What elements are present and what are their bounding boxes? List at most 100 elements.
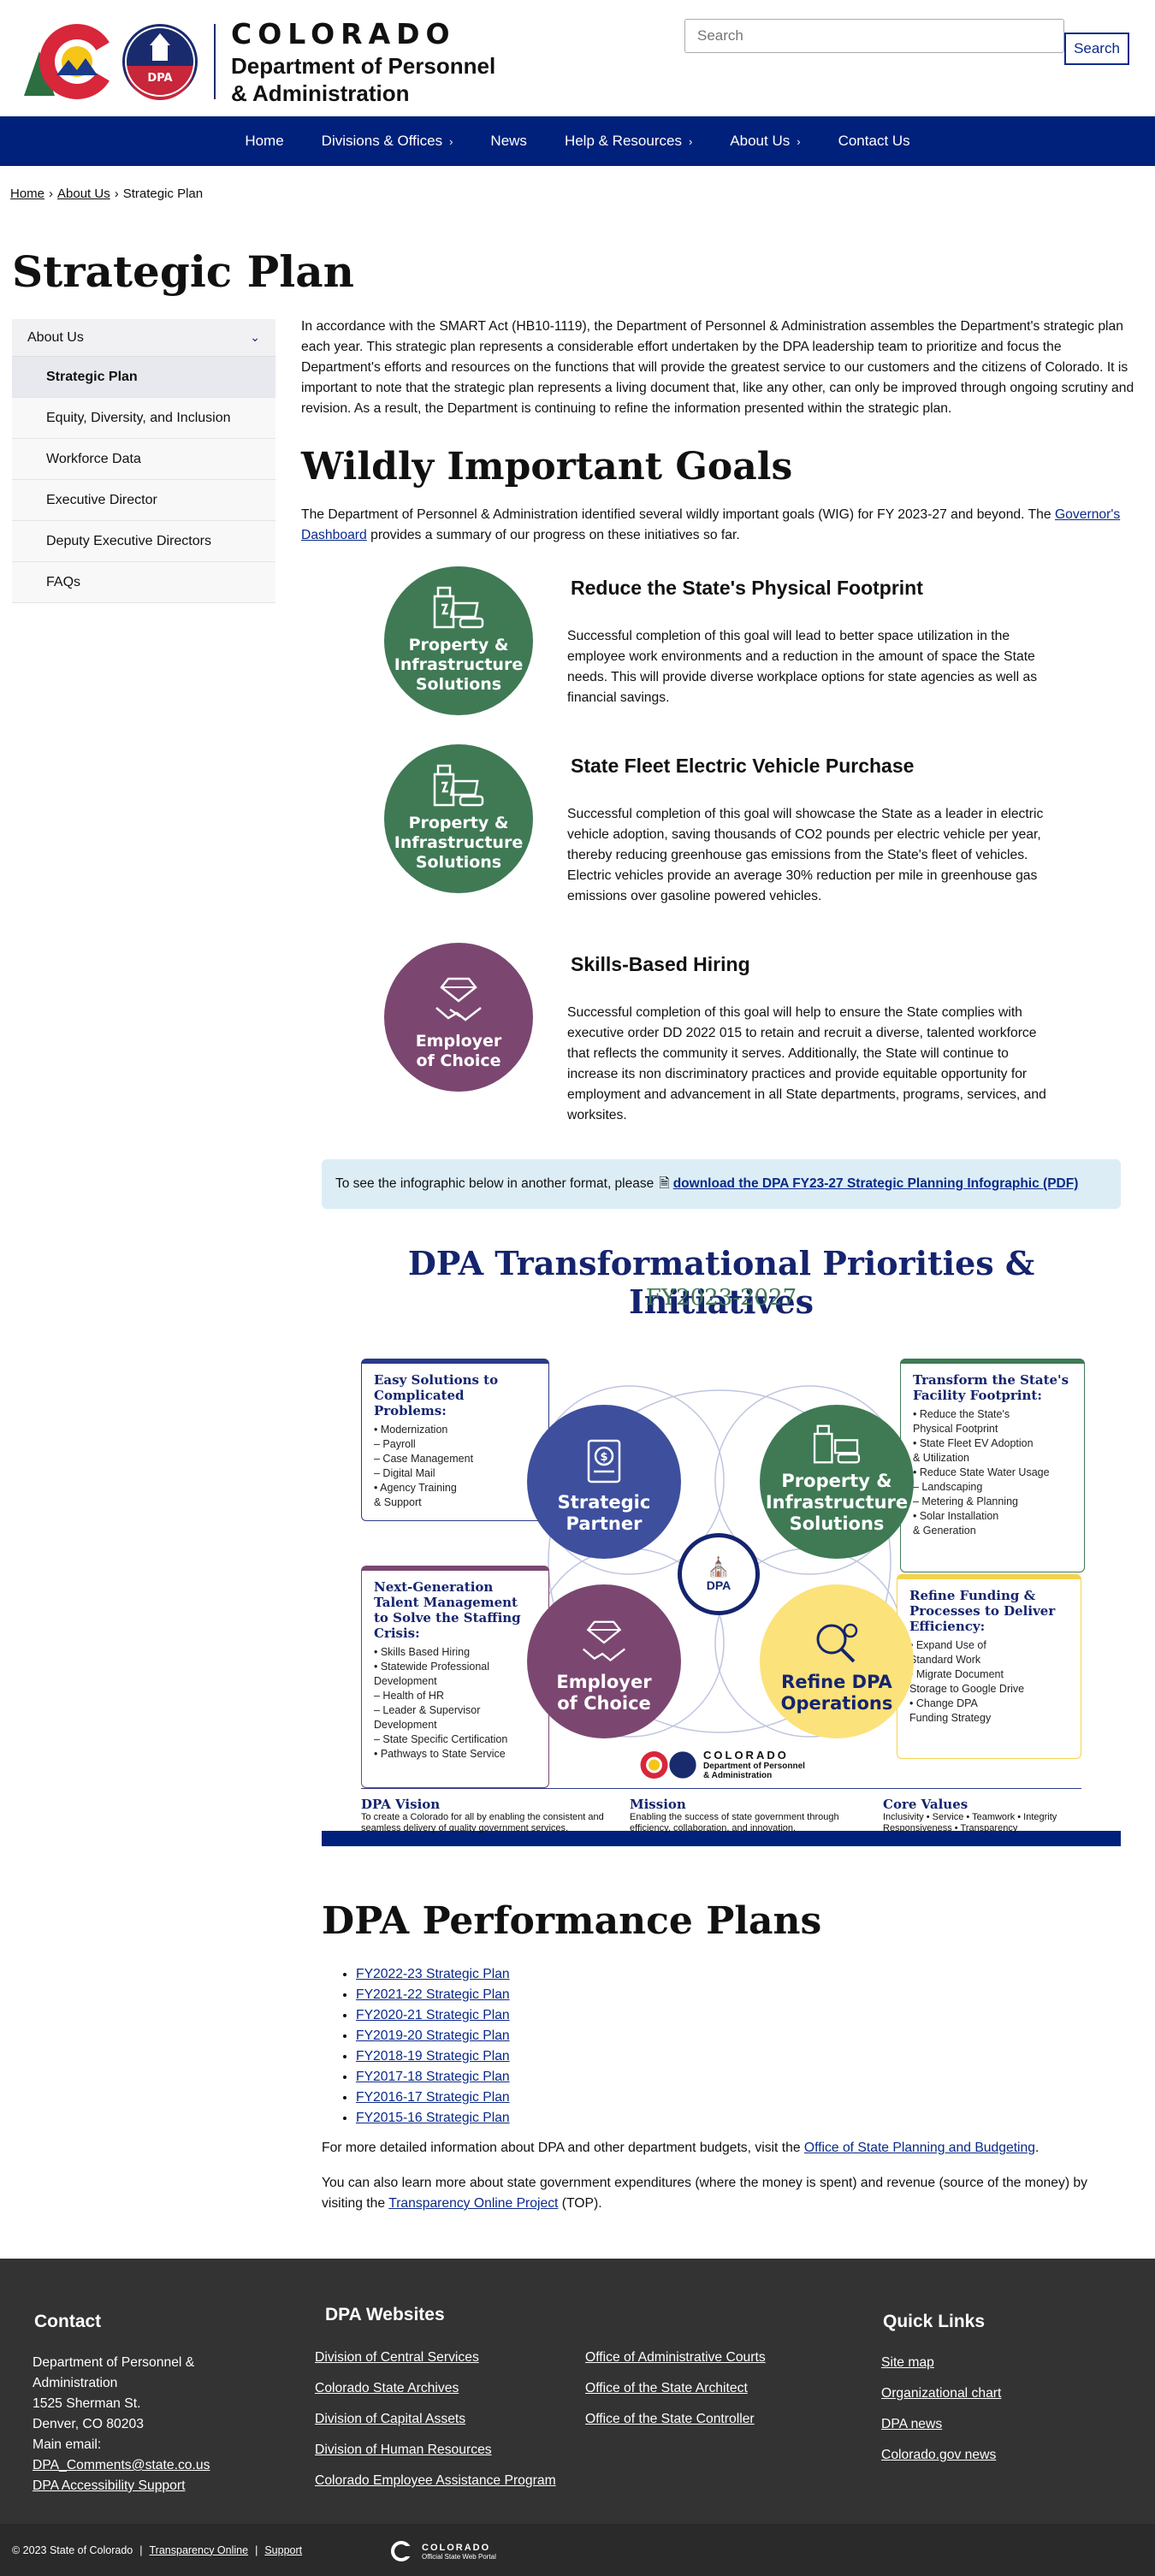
footer-link[interactable]: Organizational chart (881, 2386, 1001, 2401)
infographic-divider (361, 1788, 1081, 1789)
footer-link[interactable]: Office of the State Architect (585, 2381, 748, 2395)
paragraph-text: For more detailed information about DPA … (322, 2141, 804, 2155)
footer-websites-heading: DPA Websites (325, 2305, 445, 2324)
circle-label: Property & (408, 636, 509, 654)
building-solar-icon (813, 1424, 861, 1464)
list-item: FY2015-16 Strategic Plan (356, 2108, 510, 2129)
vision-label: DPA Vision (361, 1797, 441, 1812)
box-easy-solutions: Easy Solutions to Complicated Problems: … (361, 1359, 549, 1521)
budget-paragraph: For more detailed information about DPA … (322, 2141, 1039, 2156)
footer-link[interactable]: DPA news (881, 2417, 942, 2431)
nav-about[interactable]: About Us › (730, 133, 800, 150)
ospb-link[interactable]: Office of State Planning and Budgeting (804, 2141, 1035, 2155)
footer-link[interactable]: Division of Central Services (315, 2350, 479, 2365)
search-input[interactable] (684, 19, 1064, 53)
list-item: FY2022-23 Strategic Plan (356, 1964, 510, 1985)
breadcrumb: Home › About Us › Strategic Plan (10, 187, 203, 201)
logo-colorado: COLORADO (703, 1749, 789, 1762)
goal-title: State Fleet Electric Vehicle Purchase (571, 755, 915, 777)
colorado-logo-icon (640, 1750, 668, 1779)
top-link[interactable]: Transparency Online Project (388, 2196, 558, 2211)
plan-link[interactable]: FY2018-19 Strategic Plan (356, 2049, 510, 2064)
center-label: DPA (706, 1578, 732, 1592)
employer-circle: Employer of Choice (384, 943, 533, 1092)
box-item: Storage to Google Drive (909, 1683, 1025, 1695)
nav-home[interactable]: Home (245, 133, 283, 150)
separator: | (255, 2543, 258, 2556)
site-logo[interactable]: DPA COLORADO Department of Personnel & A… (24, 17, 495, 105)
goal-title: Reduce the State's Physical Footprint (571, 577, 923, 599)
sidebar-item-strategic-plan[interactable]: Strategic Plan (12, 357, 275, 398)
sidebar-item-executive-director[interactable]: Executive Director (12, 480, 275, 521)
magnifier-gear-icon (816, 1623, 858, 1663)
footer-link[interactable]: Office of Administrative Courts (585, 2350, 766, 2365)
box-item: • Skills Based Hiring (374, 1646, 471, 1658)
footer-link[interactable]: Site map (881, 2355, 934, 2370)
plan-link[interactable]: FY2020-21 Strategic Plan (356, 2008, 510, 2022)
box-item: – Landscaping (913, 1481, 983, 1493)
plan-link[interactable]: FY2017-18 Strategic Plan (356, 2070, 510, 2084)
property-circle: Property & Infrastructure Solutions (384, 566, 533, 715)
plan-link[interactable]: FY2015-16 Strategic Plan (356, 2111, 510, 2125)
circle-label: Solutions (415, 675, 502, 694)
search-button[interactable]: Search (1064, 33, 1129, 65)
box-item: Development (374, 1675, 437, 1687)
footer-link[interactable]: Division of Human Resources (315, 2443, 492, 2457)
footer-link[interactable]: Colorado State Archives (315, 2381, 459, 2395)
box-heading: Easy Solutions to Complicated Problems: (374, 1372, 499, 1418)
property-circle: Property & Infrastructure Solutions (384, 744, 533, 893)
nav-news[interactable]: News (490, 133, 527, 150)
wig-intro-text: provides a summary of our progress on th… (366, 528, 740, 542)
nav-label: Divisions & Offices (321, 133, 443, 149)
nav-help[interactable]: Help & Resources › (565, 133, 692, 150)
plan-link[interactable]: FY2022-23 Strategic Plan (356, 1967, 510, 1981)
plan-link[interactable]: FY2016-17 Strategic Plan (356, 2090, 510, 2105)
footer-link[interactable]: Division of Capital Assets (315, 2412, 465, 2426)
circle-strategic-partner: $ Strategic Partner (527, 1405, 681, 1559)
portal-logo-subtitle: Official State Web Portal (422, 2552, 496, 2561)
sidebar-item-deputy-directors[interactable]: Deputy Executive Directors (12, 521, 275, 562)
breadcrumb-home[interactable]: Home (10, 187, 44, 201)
sidebar-item-label: FAQs (46, 574, 81, 589)
wig-intro: The Department of Personnel & Administra… (301, 505, 1122, 546)
infographic-pdf-link[interactable]: download the DPA FY23-27 Strategic Plann… (673, 1176, 1079, 1192)
logo-text: COLORADO Department of Personnel & Admin… (231, 17, 495, 105)
mission-text: Enabling the success of state government… (630, 1812, 839, 1833)
portal-logo-title: COLORADO (422, 2542, 491, 2553)
footer-quick-links-heading: Quick Links (883, 2312, 986, 2331)
performance-plans-heading: DPA Performance Plans (322, 1899, 822, 1943)
support-link[interactable]: Support (264, 2544, 302, 2556)
sidebar-item-workforce-data[interactable]: Workforce Data (12, 439, 275, 480)
box-refine-funding: Refine Funding & Processes to Deliver Ef… (897, 1574, 1081, 1759)
breadcrumb-about[interactable]: About Us (57, 187, 110, 201)
circle-label: Infrastructure (394, 833, 524, 852)
sidebar-item-label: Workforce Data (46, 451, 141, 466)
building-solar-icon (433, 586, 484, 629)
sidebar-item-faqs[interactable]: FAQs (12, 562, 275, 603)
plan-link[interactable]: FY2019-20 Strategic Plan (356, 2028, 510, 2043)
contact-line: 1525 Sherman St. (33, 2396, 141, 2411)
sidebar-item-edi[interactable]: Equity, Diversity, and Inclusion (12, 398, 275, 439)
nav-divisions[interactable]: Divisions & Offices › (322, 133, 453, 150)
footer-link[interactable]: Colorado.gov news (881, 2448, 996, 2462)
transparency-online-link[interactable]: Transparency Online (150, 2544, 249, 2556)
goal-text: Successful completion of this goal will … (567, 807, 1044, 903)
footer-link[interactable]: Office of the State Controller (585, 2412, 755, 2426)
pdf-icon: 🗎 (659, 1175, 670, 1191)
circle-label: Property & (781, 1471, 892, 1491)
plan-link[interactable]: FY2021-22 Strategic Plan (356, 1987, 510, 2002)
box-item: • Reduce the State's (913, 1408, 1010, 1420)
circle-property-infrastructure: Property & Infrastructure Solutions (760, 1405, 914, 1559)
sidebar-header[interactable]: About Us ⌄ (12, 319, 275, 357)
accessibility-link[interactable]: DPA Accessibility Support (33, 2478, 185, 2493)
footer-link[interactable]: Colorado Employee Assistance Program (315, 2473, 556, 2488)
contact-email-link[interactable]: DPA_Comments@state.co.us (33, 2458, 210, 2472)
box-item: • Statewide Professional (374, 1661, 490, 1673)
wig-heading: Wildly Important Goals (301, 445, 793, 489)
box-item: – Health of HR (374, 1690, 444, 1702)
logo-department: Department of Personnel (703, 1762, 805, 1771)
dpa-seal-icon: DPA (122, 23, 198, 100)
nav-contact[interactable]: Contact Us (838, 133, 910, 150)
list-item: FY2020-21 Strategic Plan (356, 2005, 510, 2026)
colorado-portal-logo[interactable]: COLORADO Official State Web Portal (389, 2541, 496, 2561)
